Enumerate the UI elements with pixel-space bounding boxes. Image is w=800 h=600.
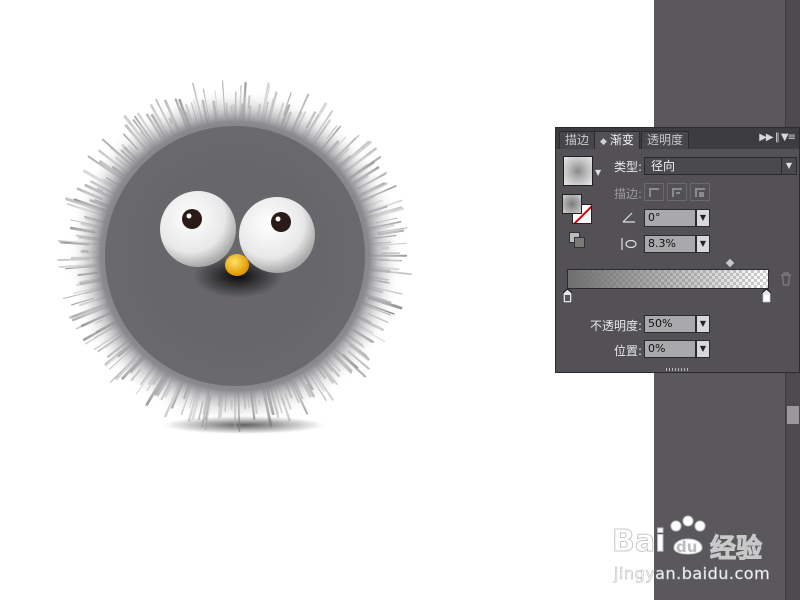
watermark-brand-prefix: Bai	[611, 524, 666, 560]
scrollbar-thumb[interactable]	[787, 406, 799, 424]
panel-tab-bar: 描边 ◆ 渐变 透明度 ▶▶ ‖ ▼≡	[556, 128, 799, 149]
aspect-ratio-icon	[620, 237, 638, 251]
opacity-input[interactable]: 50%	[644, 315, 696, 333]
opacity-label: 不透明度:	[589, 319, 642, 333]
reverse-gradient-icon[interactable]	[569, 232, 585, 248]
tab-gradient[interactable]: ◆ 渐变	[594, 131, 640, 149]
right-pupil	[271, 212, 291, 232]
right-eye	[239, 197, 315, 273]
gradient-stop-right[interactable]	[762, 289, 771, 303]
stroke-label: 描边:	[613, 187, 642, 201]
watermark-brand-suffix: 经验	[709, 534, 763, 565]
location-label: 位置:	[613, 344, 642, 358]
type-label: 类型:	[613, 160, 642, 174]
beak	[225, 254, 249, 276]
stroke-along-button[interactable]	[667, 183, 687, 201]
tab-stroke[interactable]: 描边	[559, 131, 596, 149]
left-eye	[160, 191, 236, 267]
location-input[interactable]: 0%	[644, 340, 696, 358]
tab-collapse-icon: ◆	[600, 137, 607, 147]
opacity-dropdown-button[interactable]: ▼	[696, 315, 710, 333]
aspect-ratio-dropdown-button[interactable]: ▼	[696, 235, 710, 253]
tab-gradient-label: 渐变	[609, 133, 634, 147]
angle-dropdown-button[interactable]: ▼	[696, 209, 710, 227]
tab-transparency[interactable]: 透明度	[641, 131, 690, 149]
aspect-ratio-input[interactable]: 8.3%	[644, 235, 696, 253]
stroke-within-button[interactable]	[644, 183, 664, 201]
angle-input[interactable]: 0°	[644, 209, 696, 227]
right-pupil-highlight	[275, 216, 281, 222]
panel-menu-icon[interactable]: ▶▶ ‖ ▼≡	[759, 132, 796, 143]
chevron-down-icon: ▼	[781, 157, 796, 175]
gradient-stop-left[interactable]	[563, 289, 572, 303]
watermark-url: jingyan.baidu.com	[614, 564, 771, 584]
gradient-type-value: 径向	[651, 159, 676, 173]
location-dropdown-button[interactable]: ▼	[696, 340, 710, 358]
left-pupil	[182, 209, 202, 229]
stroke-across-button[interactable]	[690, 183, 710, 201]
fill-stroke-icon[interactable]	[562, 194, 592, 224]
angle-icon	[622, 211, 636, 223]
trash-icon[interactable]	[780, 272, 792, 286]
left-pupil-highlight	[186, 213, 192, 219]
gradient-swatch[interactable]	[563, 156, 593, 186]
baidu-jingyan-watermark: Bai du 经验 jingyan.baidu.com	[611, 512, 782, 592]
gradient-type-select[interactable]: 径向 ▼	[644, 157, 797, 175]
tab-stroke-label: 描边	[565, 133, 590, 147]
tab-transparency-label: 透明度	[647, 133, 684, 147]
midpoint-diamond[interactable]	[725, 258, 735, 268]
gradient-slider[interactable]	[567, 269, 769, 289]
gradient-panel: 描边 ◆ 渐变 透明度 ▶▶ ‖ ▼≡ ▼ 类型: 径向 ▼ 描边: 0° ▼ …	[555, 127, 800, 373]
swatch-dropdown-icon[interactable]: ▼	[595, 168, 601, 177]
watermark-paw-text: du	[676, 538, 698, 556]
panel-resize-grip[interactable]	[666, 368, 688, 371]
